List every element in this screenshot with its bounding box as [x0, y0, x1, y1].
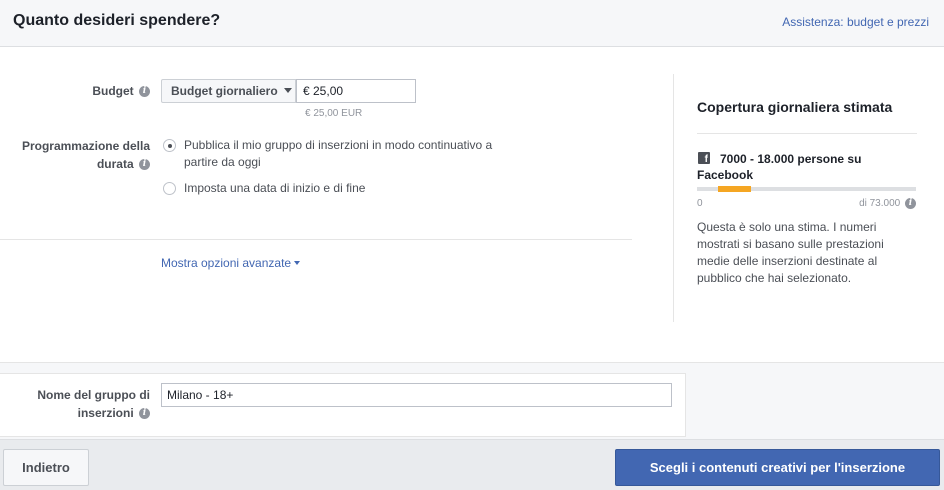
advanced-options-label: Mostra opzioni avanzate	[161, 256, 292, 270]
adset-name-label: Nome del gruppo di inserzioni i	[0, 386, 150, 422]
radio-selected[interactable]	[163, 139, 176, 152]
chevron-down-icon	[283, 88, 292, 93]
page-header: Quanto desideri spendere? Assistenza: bu…	[0, 0, 944, 47]
reach-title: Copertura giornaliera stimata	[697, 99, 893, 115]
reach-scale-max-row: di 73.000 i	[859, 198, 916, 209]
schedule-option-dates[interactable]: Imposta una data di inizio e di fine	[163, 180, 523, 197]
adset-name-label-line1: Nome del gruppo di	[37, 388, 150, 402]
budget-amount-input[interactable]	[296, 79, 416, 103]
panel-divider	[673, 74, 674, 322]
choose-creative-button[interactable]: Scegli i contenuti creativi per l'inserz…	[615, 449, 940, 486]
budget-label-row: Budget i	[40, 82, 150, 100]
reach-disclaimer: Questa è solo una stima. I numeri mostra…	[697, 220, 884, 285]
info-icon[interactable]: i	[139, 408, 150, 420]
reach-separator	[697, 133, 917, 134]
schedule-label-line1: Programmazione della	[21, 139, 150, 153]
adset-name-label-line2: inserzioni	[77, 406, 134, 420]
reach-scale-max: di 73.000	[859, 198, 901, 210]
schedule-label-line2: durata	[96, 157, 134, 171]
schedule-option-label: Pubblica il mio gruppo di inserzioni in …	[184, 138, 493, 169]
reach-range-text: 7000 - 18.000 persone su Facebook	[697, 152, 862, 182]
schedule-option-label: Imposta una data di inizio e di fine	[184, 181, 366, 195]
budget-label: Budget	[92, 84, 134, 98]
info-icon[interactable]: i	[139, 159, 150, 171]
page-title: Quanto desideri spendere?	[13, 12, 221, 29]
budget-currency-note: € 25,00 EUR	[305, 108, 363, 119]
budget-type-select[interactable]: Budget giornaliero	[161, 79, 296, 103]
info-icon[interactable]: i	[139, 86, 150, 98]
adset-name-input[interactable]	[161, 383, 672, 407]
info-icon[interactable]: i	[905, 198, 916, 209]
radio-unselected[interactable]	[163, 182, 176, 195]
show-advanced-options-link[interactable]: Mostra opzioni avanzate	[161, 256, 301, 270]
help-link-budget-pricing[interactable]: Assistenza: budget e prezzi	[782, 15, 929, 29]
schedule-label: Programmazione della durata i	[0, 137, 150, 173]
chevron-down-icon	[294, 261, 301, 265]
reach-scale-min: 0	[697, 198, 703, 209]
back-button[interactable]: Indietro	[3, 449, 89, 486]
reach-bar-fill	[718, 186, 751, 192]
budget-type-value: Budget giornaliero	[171, 84, 278, 98]
reach-bar	[697, 186, 916, 192]
schedule-option-continuous[interactable]: Pubblica il mio gruppo di inserzioni in …	[163, 137, 523, 171]
section-divider	[0, 239, 632, 240]
